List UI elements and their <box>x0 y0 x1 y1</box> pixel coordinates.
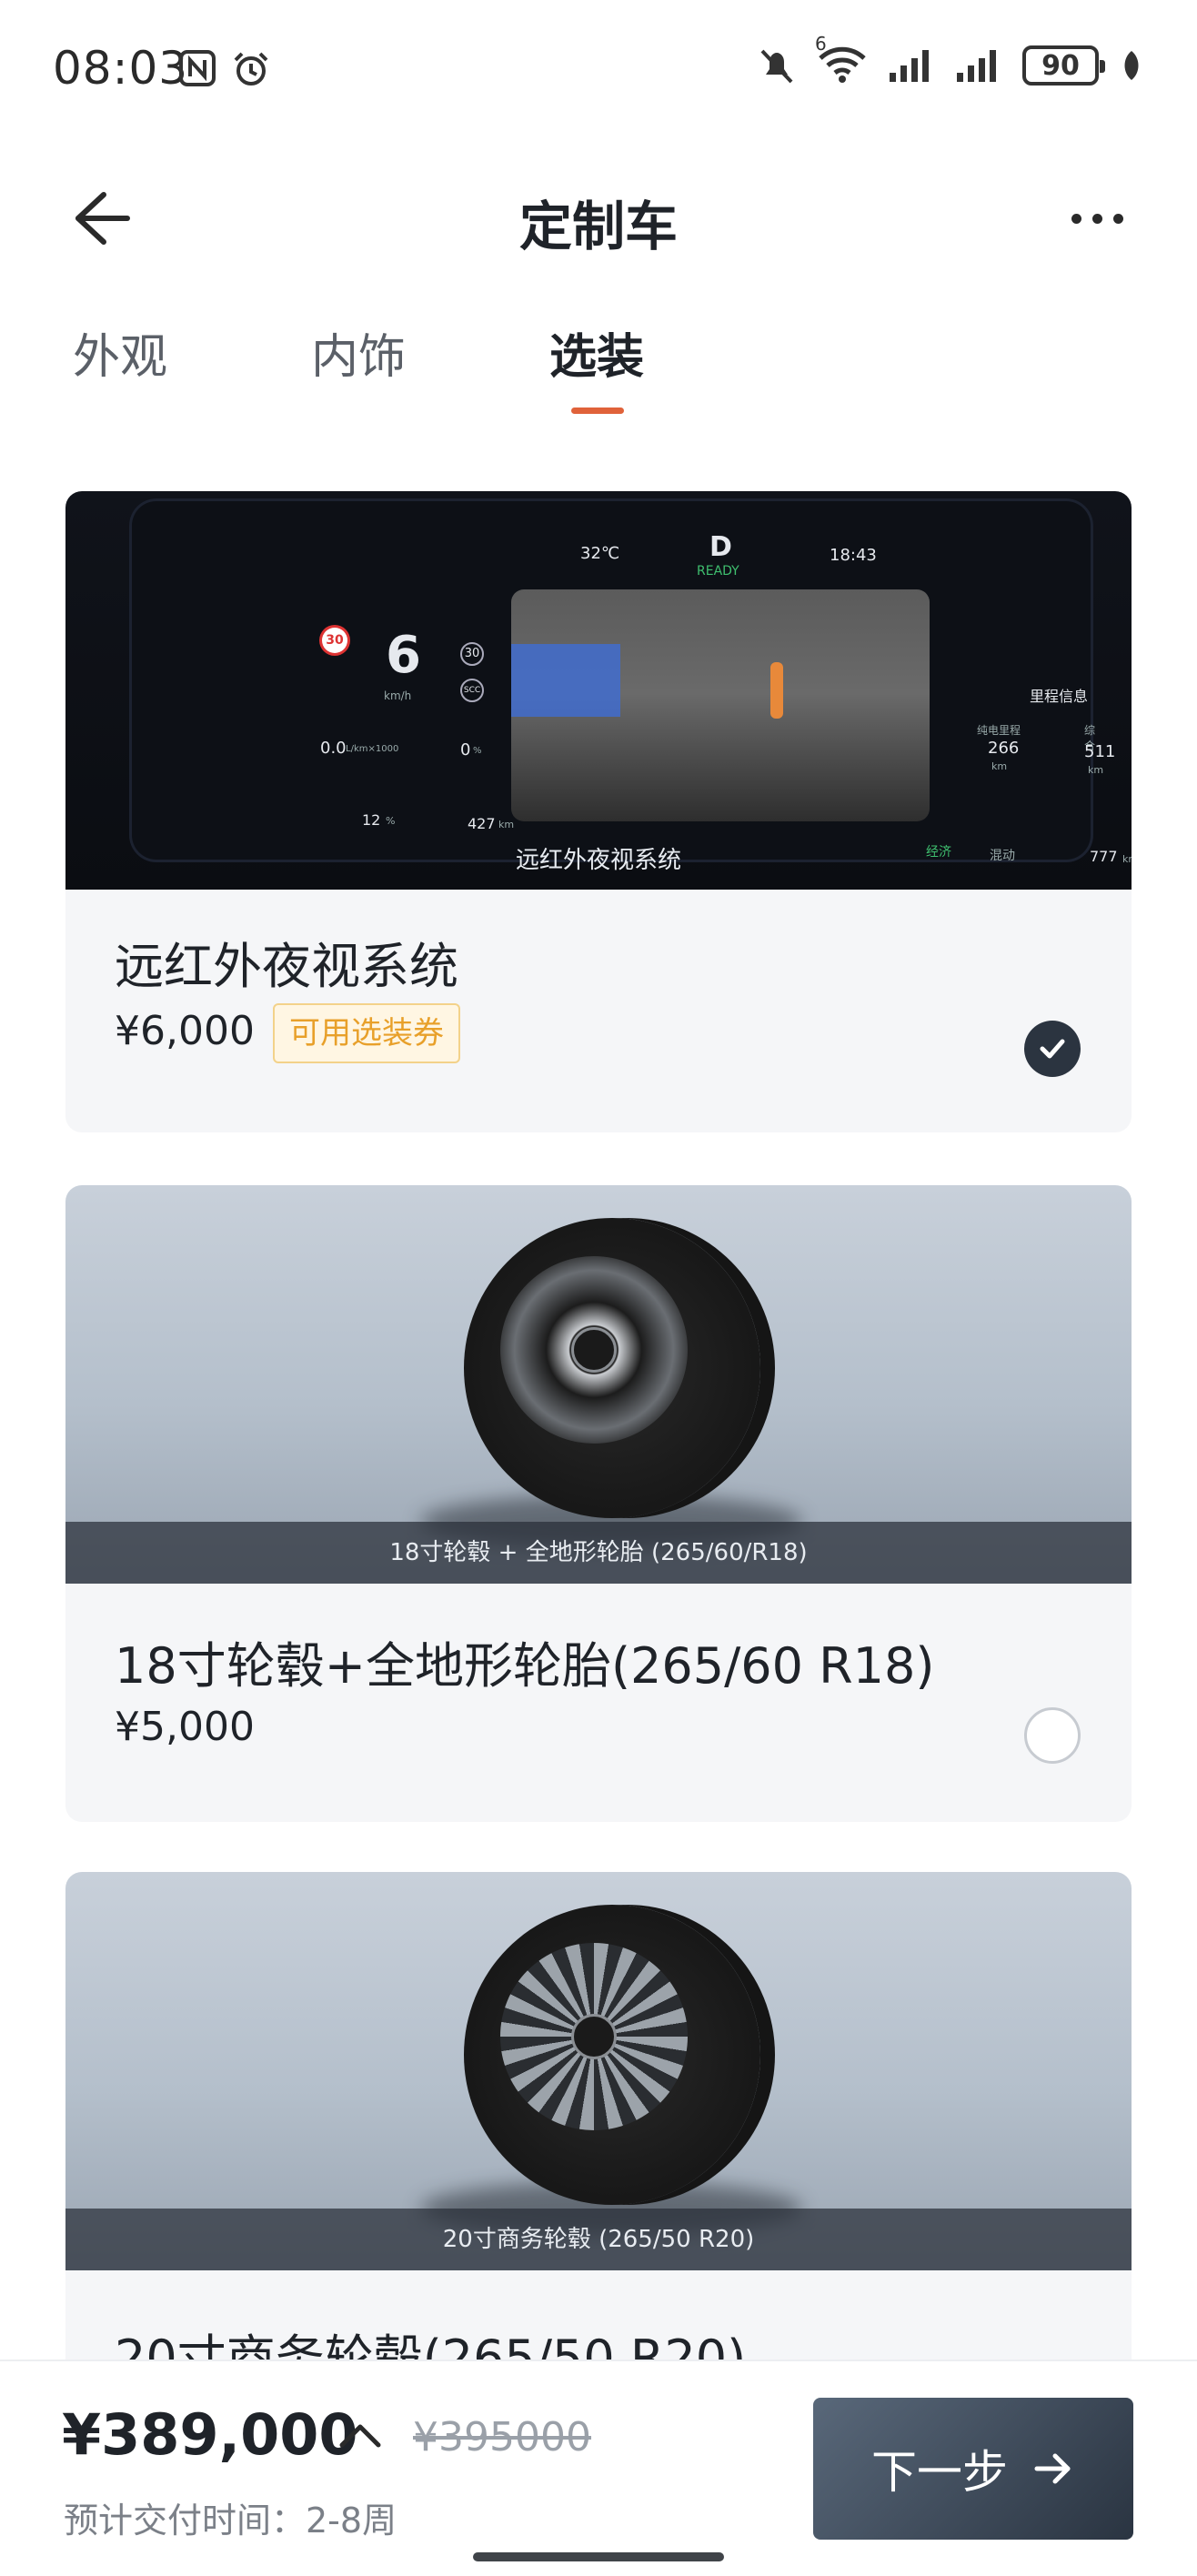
image-caption: 18寸轮毂 + 全地形轮胎 (265/60/R18) <box>65 1522 1132 1584</box>
active-tab-indicator <box>571 408 624 414</box>
dash-total-value: 511 <box>1084 742 1116 761</box>
speed-limit-sign: 30 <box>322 628 347 653</box>
option-card-night-vision[interactable]: 32℃ D READY 18:43 30 6 km/h 30 SCC 0.0 L… <box>65 491 1132 1132</box>
more-button[interactable] <box>1061 182 1133 255</box>
tire-20-image <box>464 1905 760 2205</box>
wifi-indicator: 6 <box>815 33 868 87</box>
image-caption: 20寸商务轮毂 (265/50 R20) <box>65 2209 1132 2270</box>
option-price: ¥6,000 <box>115 1008 255 1054</box>
dash-ev-value: 266 <box>988 739 1020 758</box>
check-icon <box>1040 1039 1065 1059</box>
page-title: 定制车 <box>518 196 678 257</box>
tab-interior[interactable]: 内饰 <box>311 318 406 387</box>
tab-bar: 外观 内饰 选装 <box>0 318 1197 418</box>
more-dot <box>1071 213 1081 224</box>
dash-battery-pct: 12 <box>362 811 381 829</box>
dash-range-left-unit: km <box>498 819 515 830</box>
dash-range-left: 427 <box>468 815 496 832</box>
app-header: 定制车 <box>0 164 1197 273</box>
nfc-icon <box>179 50 216 86</box>
coupon-badge: 可用选装券 <box>273 1003 460 1063</box>
dash-reading-a: 0.0 <box>320 739 347 758</box>
dash-speed: 6 <box>386 626 421 685</box>
dash-total-unit: km <box>1088 764 1104 776</box>
next-step-button[interactable]: 下一步 <box>813 2398 1133 2540</box>
unselected-radio[interactable] <box>1024 1707 1081 1764</box>
price-details-toggle[interactable] <box>335 2418 386 2458</box>
status-time: 08:03 <box>53 42 189 95</box>
night-vision-screen <box>511 589 930 821</box>
detected-vehicle-marker <box>511 644 620 717</box>
dash-temp: 32℃ <box>580 544 620 563</box>
rim-18 <box>500 1256 688 1444</box>
image-caption: 远红外夜视系统 <box>515 847 681 874</box>
dash-speed-unit: km/h <box>384 689 412 702</box>
next-step-label: 下一步 <box>871 2446 1008 2499</box>
dash-clock: 18:43 <box>830 546 877 565</box>
option-price: ¥5,000 <box>115 1704 255 1750</box>
arrow-right-icon <box>1034 2453 1071 2484</box>
dash-side-b: SCC <box>460 679 484 702</box>
option-image: 20寸商务轮毂 (265/50 R20) <box>65 1872 1132 2270</box>
dash-ev-label: 纯电里程 <box>977 724 1021 737</box>
hub-cap <box>571 1327 617 1373</box>
option-title: 18寸轮毂+全地形轮胎(265/60 R18) <box>115 1637 935 1695</box>
dash-mileage-title: 里程信息 <box>1030 688 1089 705</box>
dash-reading-a-unit: L/km×1000 <box>346 744 399 754</box>
home-indicator[interactable] <box>473 2552 724 2561</box>
option-card-18-wheels[interactable]: 18寸轮毂 + 全地形轮胎 (265/60/R18) 18寸轮毂+全地形轮胎(2… <box>65 1185 1132 1822</box>
option-card-20-wheels[interactable]: 20寸商务轮毂 (265/50 R20) 20寸商务轮毂(265/50 R20) <box>65 1872 1132 2418</box>
total-price: ¥389,000 <box>62 2401 358 2468</box>
dash-gear: D <box>709 531 732 563</box>
dash-side-a: 30 <box>460 642 484 666</box>
alarm-icon <box>234 52 268 86</box>
more-dot <box>1091 213 1102 224</box>
dash-ev-unit: km <box>991 760 1008 772</box>
option-image: 18寸轮毂 + 全地形轮胎 (265/60/R18) <box>65 1185 1132 1584</box>
mute-bell-icon <box>760 49 793 84</box>
option-image: 32℃ D READY 18:43 30 6 km/h 30 SCC 0.0 L… <box>65 491 1132 890</box>
wifi-label: 6 <box>815 33 827 55</box>
status-left-icons <box>178 49 271 89</box>
original-price: ¥395000 <box>413 2414 591 2460</box>
chevron-up-icon <box>339 2424 381 2448</box>
tab-exterior[interactable]: 外观 <box>73 318 167 387</box>
hub-cap <box>571 2014 617 2059</box>
rim-20 <box>500 1943 688 2130</box>
tab-options[interactable]: 选装 <box>549 318 644 387</box>
cell-signal-icon-2 <box>957 50 996 82</box>
dash-ready: READY <box>697 564 739 579</box>
battery-indicator: 90 <box>1022 45 1105 86</box>
dashboard-panel: 32℃ D READY 18:43 30 6 km/h 30 SCC 0.0 L… <box>129 498 1132 865</box>
option-title: 远红外夜视系统 <box>115 938 458 995</box>
dash-reading-b-unit: % <box>473 746 482 756</box>
leaf-icon <box>1124 51 1139 80</box>
checkout-footer: ¥389,000 ¥395000 预计交付时间：2-8周 下一步 <box>0 2360 1197 2576</box>
more-dot <box>1112 213 1123 224</box>
battery-level: 90 <box>1041 49 1080 82</box>
status-bar: 08:03 6 90 <box>0 0 1197 146</box>
status-right-icons: 6 90 <box>757 33 1144 87</box>
dash-reading-b: 0 <box>460 740 471 760</box>
dash-battery-unit: % <box>386 815 396 827</box>
detected-pedestrian-marker <box>770 662 783 719</box>
delivery-estimate: 预计交付时间：2-8周 <box>64 2501 397 2541</box>
cell-signal-icon <box>890 50 929 82</box>
tire-18-image <box>464 1218 760 1518</box>
selected-checkbox[interactable] <box>1024 1021 1081 1077</box>
